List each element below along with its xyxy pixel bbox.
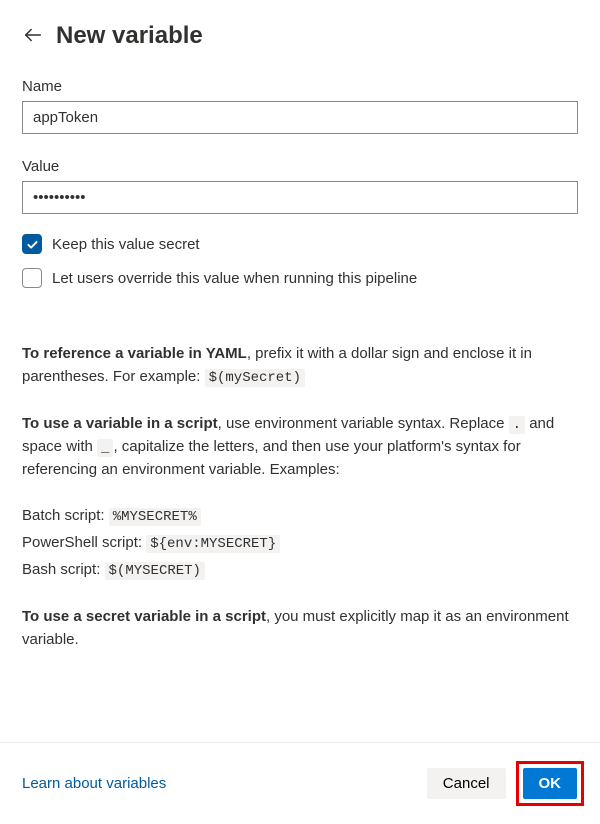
powershell-example-label: PowerShell script: [22,534,146,551]
value-label: Value [22,158,578,175]
batch-example-label: Batch script: [22,507,109,524]
back-arrow-icon[interactable] [22,24,44,49]
name-input[interactable] [22,101,578,134]
help-use-script: To use a variable in a script [22,415,218,432]
keep-secret-label: Keep this value secret [52,236,200,253]
value-input[interactable] [22,181,578,214]
cancel-button[interactable]: Cancel [427,768,506,799]
ok-button[interactable]: OK [523,768,578,799]
help-secret-var: To use a secret variable in a script [22,608,266,625]
help-text: To reference a variable in YAML, prefix … [22,343,578,651]
keep-secret-checkbox[interactable] [22,234,42,254]
bash-example-label: Bash script: [22,561,105,578]
name-label: Name [22,78,578,95]
page-title: New variable [56,22,203,50]
help-ref-yaml: To reference a variable in YAML [22,345,247,362]
override-label: Let users override this value when runni… [52,270,417,287]
ok-button-highlight: OK [516,761,585,806]
override-checkbox[interactable] [22,268,42,288]
learn-about-variables-link[interactable]: Learn about variables [22,775,166,792]
